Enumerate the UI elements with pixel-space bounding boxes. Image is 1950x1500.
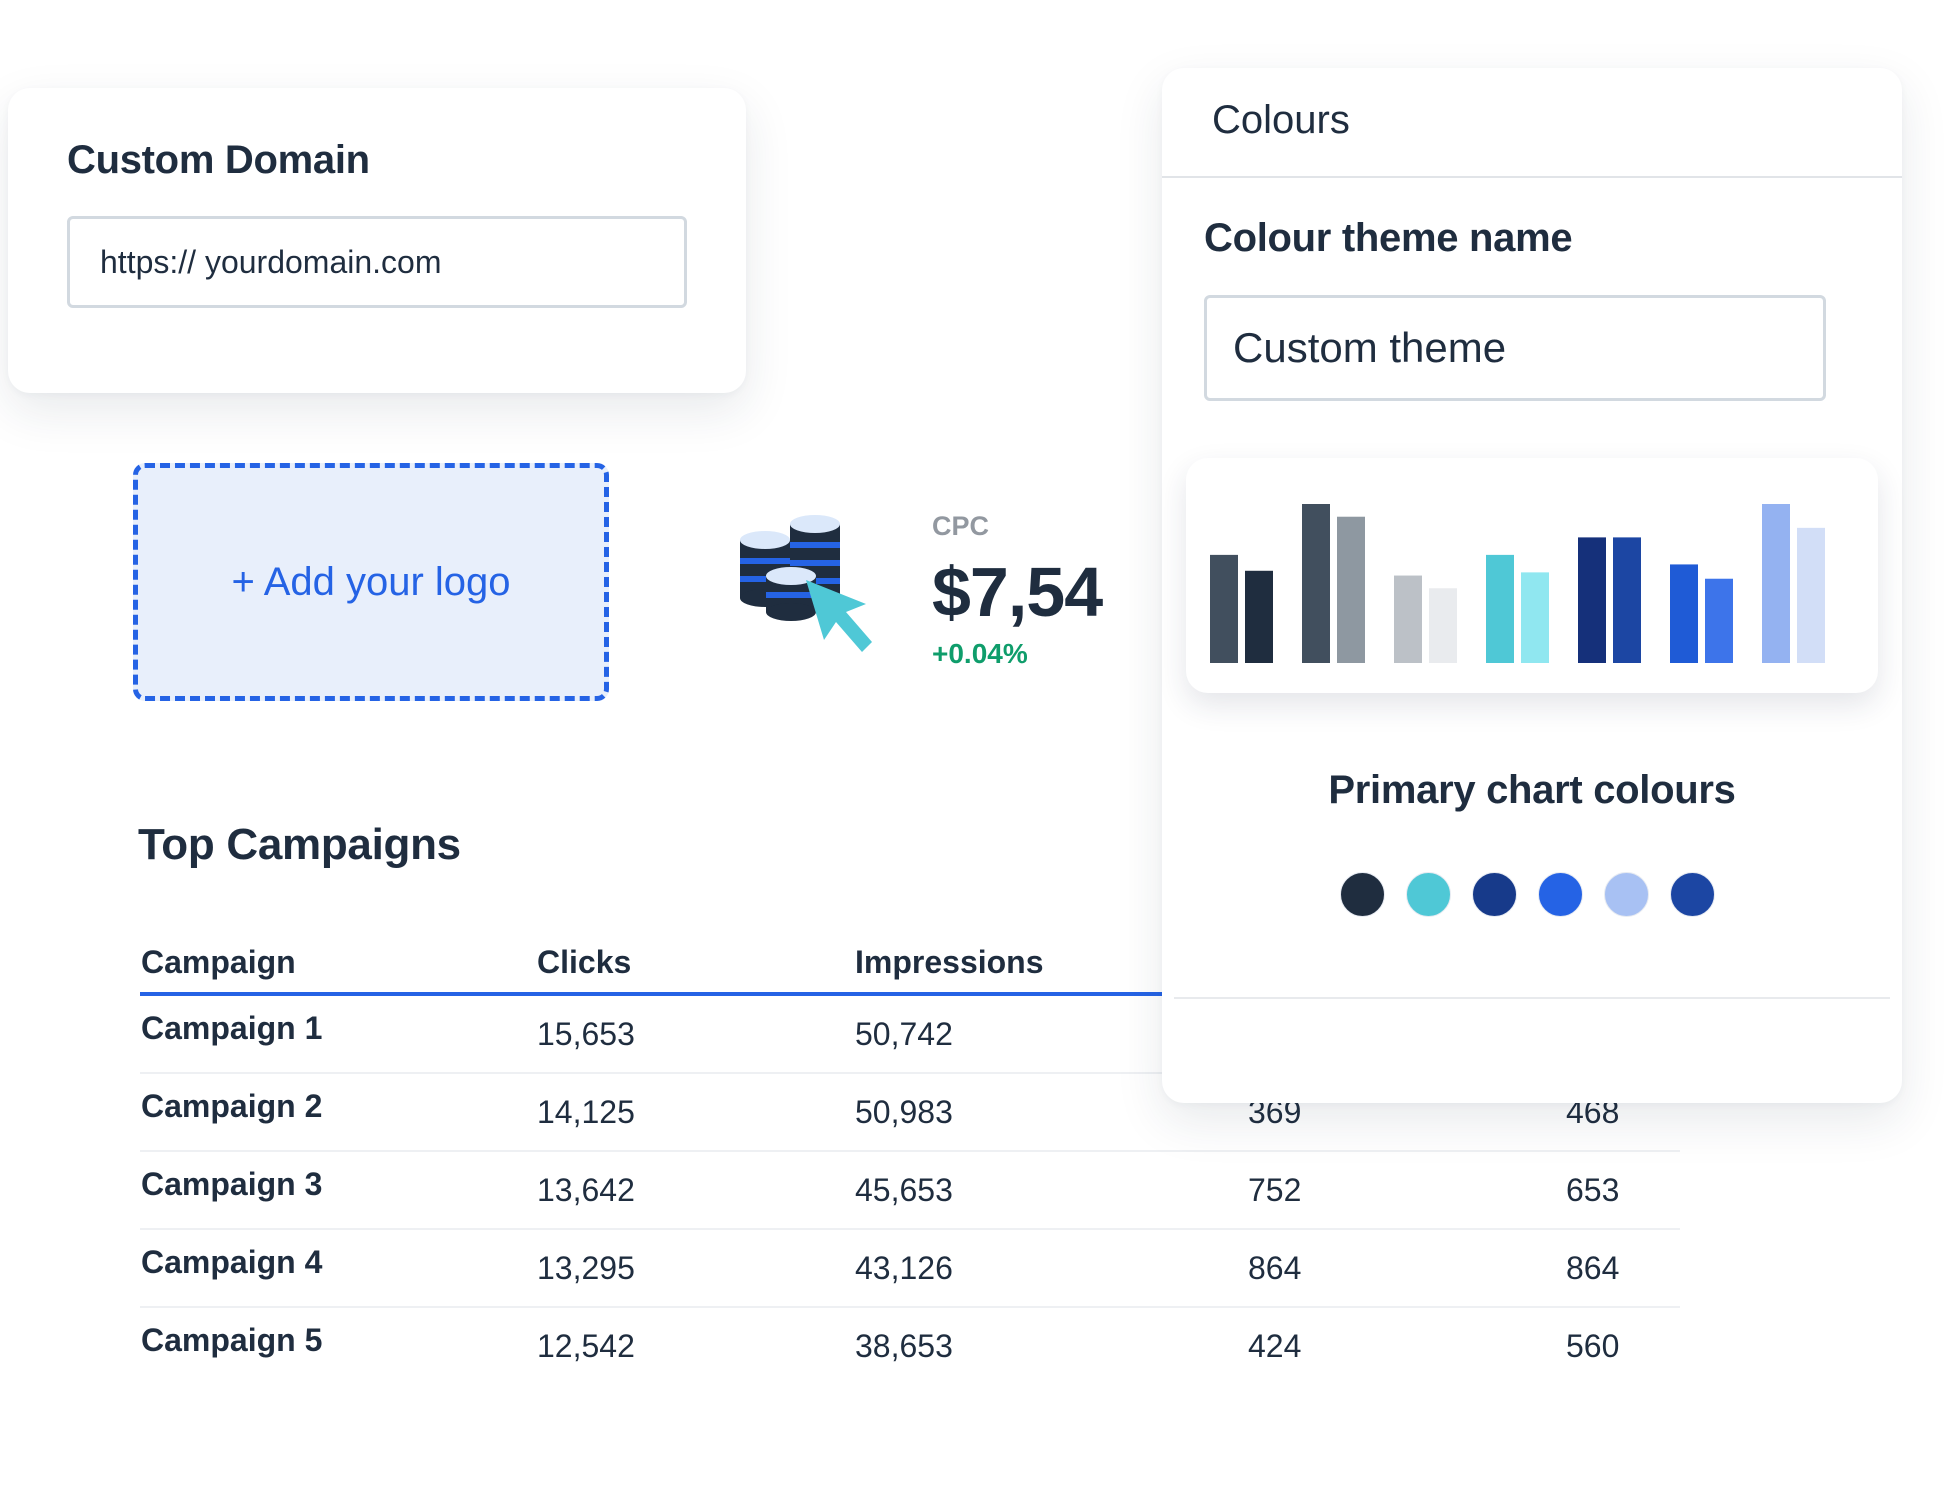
cell-col5: 864	[1566, 1250, 1620, 1286]
bar-5-A	[1578, 537, 1606, 663]
bar-5-B	[1613, 537, 1641, 663]
bar-3-A	[1394, 575, 1422, 663]
colours-panel-title: Colours	[1212, 98, 1350, 142]
table-row: Campaign 3 13,642 45,653 752 653	[140, 1152, 1680, 1230]
cell-clicks: 14,125	[537, 1094, 635, 1130]
cell-campaign: Campaign 2	[141, 1088, 323, 1124]
cell-col4: 752	[1248, 1172, 1302, 1208]
colour-theme-name-input[interactable]	[1204, 295, 1826, 401]
cell-impressions: 45,653	[855, 1172, 953, 1208]
chart-preview-card	[1186, 458, 1878, 693]
bar-6-B	[1705, 578, 1733, 663]
cell-campaign: Campaign 3	[141, 1166, 323, 1202]
top-campaigns-title: Top Campaigns	[138, 820, 461, 869]
cell-col4: 424	[1248, 1328, 1302, 1364]
bar-3-B	[1429, 588, 1457, 663]
colour-swatch-1[interactable]	[1340, 872, 1385, 917]
cell-col5: 653	[1566, 1172, 1620, 1208]
bar-6-A	[1670, 564, 1698, 663]
divider	[1174, 997, 1890, 999]
colour-swatch-2[interactable]	[1406, 872, 1451, 917]
cell-clicks: 12,542	[537, 1328, 635, 1364]
add-logo-dropzone[interactable]: + Add your logo	[133, 463, 609, 701]
cell-campaign: Campaign 1	[141, 1010, 323, 1046]
cell-clicks: 13,295	[537, 1250, 635, 1286]
custom-domain-input[interactable]	[67, 216, 687, 308]
colour-swatch-5[interactable]	[1604, 872, 1649, 917]
column-header-clicks[interactable]: Clicks	[537, 944, 631, 981]
colour-swatch-6[interactable]	[1670, 872, 1715, 917]
cell-col5: 560	[1566, 1328, 1620, 1364]
column-header-impressions[interactable]: Impressions	[855, 944, 1044, 981]
bar-1-B	[1245, 570, 1273, 663]
bar-7-B	[1797, 527, 1825, 663]
colour-swatch-4[interactable]	[1538, 872, 1583, 917]
divider	[1162, 176, 1902, 178]
bar-4-A	[1486, 554, 1514, 663]
cell-impressions: 38,653	[855, 1328, 953, 1364]
table-row: Campaign 4 13,295 43,126 864 864	[140, 1230, 1680, 1308]
cpc-change: +0.04%	[932, 638, 1028, 669]
bar-1-A	[1210, 554, 1238, 663]
cell-clicks: 15,653	[537, 1016, 635, 1052]
cell-impressions: 50,983	[855, 1094, 953, 1130]
primary-chart-colours-label: Primary chart colours	[1328, 768, 1736, 812]
bar-4-B	[1521, 572, 1549, 663]
cpc-value: $7,54	[932, 553, 1103, 631]
chart-preview	[1210, 504, 1825, 663]
bar-2-B	[1337, 516, 1365, 663]
colour-theme-name-label: Colour theme name	[1204, 216, 1573, 260]
cpc-label: CPC	[932, 511, 990, 541]
cell-impressions: 50,742	[855, 1016, 953, 1052]
custom-domain-title: Custom Domain	[67, 138, 370, 182]
colour-swatch-3[interactable]	[1472, 872, 1517, 917]
colours-panel: Colours Colour theme name Primary chart …	[1162, 68, 1902, 1103]
bar-2-A	[1302, 504, 1330, 663]
add-logo-label: + Add your logo	[231, 559, 511, 604]
cell-campaign: Campaign 5	[141, 1322, 323, 1358]
cell-clicks: 13,642	[537, 1172, 635, 1208]
coins-cursor-icon	[740, 515, 872, 652]
cell-campaign: Campaign 4	[141, 1244, 323, 1280]
primary-colour-swatches	[1340, 872, 1715, 917]
cell-impressions: 43,126	[855, 1250, 953, 1286]
custom-domain-card: Custom Domain	[8, 88, 746, 393]
table-header-row: Campaign Clicks Impressions	[140, 930, 1162, 996]
table-row: Campaign 5 12,542 38,653 424 560	[140, 1308, 1680, 1386]
bar-7-A	[1762, 504, 1790, 663]
cell-col4: 864	[1248, 1250, 1302, 1286]
column-header-campaign[interactable]: Campaign	[141, 944, 296, 981]
